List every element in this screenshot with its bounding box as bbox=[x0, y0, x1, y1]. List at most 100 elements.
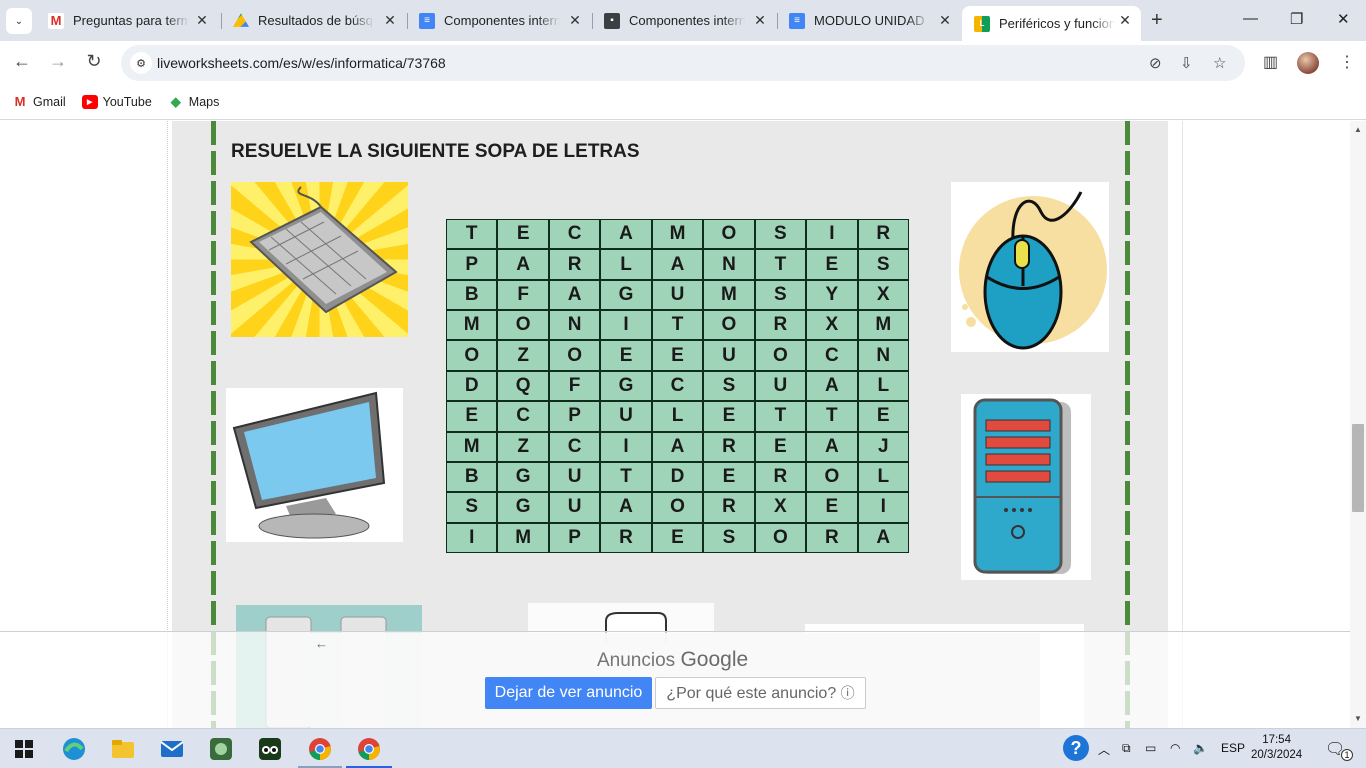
grid-cell[interactable]: S bbox=[704, 523, 754, 552]
grid-cell[interactable]: P bbox=[447, 250, 497, 279]
grid-cell[interactable]: I bbox=[601, 432, 651, 461]
tab-docs-modulo[interactable]: ≡ MODULO UNIDAD 1 ✕ bbox=[777, 6, 961, 35]
grid-cell[interactable]: S bbox=[858, 250, 908, 279]
stop-seeing-ad-button[interactable]: Dejar de ver anuncio bbox=[485, 677, 652, 709]
grid-cell[interactable]: M bbox=[704, 280, 754, 310]
wifi-icon[interactable]: ◠ bbox=[1170, 741, 1180, 755]
new-tab-button[interactable]: + bbox=[1151, 9, 1163, 32]
grid-cell[interactable]: A bbox=[807, 432, 857, 461]
bookmark-gmail[interactable]: M Gmail bbox=[12, 94, 66, 109]
grid-cell[interactable]: E bbox=[807, 493, 857, 522]
grid-cell[interactable]: G bbox=[498, 493, 548, 522]
grid-cell[interactable]: U bbox=[704, 341, 754, 370]
close-icon[interactable]: ✕ bbox=[382, 12, 398, 29]
grid-cell[interactable]: O bbox=[447, 341, 497, 370]
url-text[interactable]: liveworksheets.com/es/w/es/informatica/7… bbox=[157, 55, 446, 71]
windows-start-icon[interactable] bbox=[9, 735, 39, 763]
grid-cell[interactable]: Z bbox=[498, 341, 548, 370]
chrome-profile-icon[interactable] bbox=[354, 735, 384, 763]
grid-cell[interactable]: A bbox=[652, 250, 703, 279]
grid-cell[interactable]: R bbox=[601, 523, 651, 552]
grid-cell[interactable]: O bbox=[755, 341, 806, 370]
close-icon[interactable]: ✕ bbox=[194, 12, 210, 29]
bookmark-maps[interactable]: ◆ Maps bbox=[168, 94, 220, 109]
grid-cell[interactable]: U bbox=[652, 280, 703, 310]
edge-icon[interactable] bbox=[59, 735, 89, 763]
grid-cell[interactable]: C bbox=[498, 402, 548, 431]
close-icon[interactable]: ✕ bbox=[937, 12, 953, 29]
grid-cell[interactable]: P bbox=[549, 523, 600, 552]
tab-drive[interactable]: Resultados de búsque ✕ bbox=[221, 6, 406, 35]
grid-cell[interactable]: U bbox=[549, 462, 600, 492]
file-explorer-icon[interactable] bbox=[108, 735, 138, 763]
page-scrollbar[interactable]: ▲ ▼ bbox=[1350, 121, 1366, 728]
grid-cell[interactable]: O bbox=[704, 220, 754, 249]
grid-cell[interactable]: C bbox=[549, 220, 600, 249]
grid-cell[interactable]: O bbox=[704, 311, 754, 340]
grid-cell[interactable]: D bbox=[652, 462, 703, 492]
tab-docs[interactable]: ≡ Componentes interno ✕ bbox=[407, 6, 591, 35]
close-icon[interactable]: ✕ bbox=[1117, 12, 1133, 29]
chrome-icon[interactable] bbox=[305, 735, 335, 763]
grid-cell[interactable]: A bbox=[858, 523, 908, 552]
install-app-icon[interactable]: ⇩ bbox=[1180, 54, 1193, 72]
grid-cell[interactable]: B bbox=[447, 280, 497, 310]
grid-cell[interactable]: S bbox=[755, 220, 806, 249]
grid-cell[interactable]: T bbox=[601, 462, 651, 492]
grid-cell[interactable]: O bbox=[755, 523, 806, 552]
grid-cell[interactable]: G bbox=[498, 462, 548, 492]
tab-search-button[interactable]: ⌄ bbox=[6, 8, 32, 34]
grid-cell[interactable]: G bbox=[601, 371, 651, 401]
window-close-button[interactable]: ✕ bbox=[1337, 10, 1350, 28]
grid-cell[interactable]: X bbox=[858, 280, 908, 310]
back-arrow-icon[interactable]: ← bbox=[315, 636, 328, 651]
grid-cell[interactable]: S bbox=[447, 493, 497, 522]
grid-cell[interactable]: X bbox=[755, 493, 806, 522]
scrollbar-thumb[interactable] bbox=[1352, 424, 1364, 512]
grid-cell[interactable]: A bbox=[601, 493, 651, 522]
grid-cell[interactable]: L bbox=[858, 371, 908, 401]
grid-cell[interactable]: T bbox=[652, 311, 703, 340]
profile-avatar[interactable] bbox=[1297, 52, 1319, 74]
grid-cell[interactable]: E bbox=[755, 432, 806, 461]
grid-cell[interactable]: L bbox=[601, 250, 651, 279]
grid-cell[interactable]: J bbox=[858, 432, 908, 461]
grid-cell[interactable]: G bbox=[601, 280, 651, 310]
grid-cell[interactable]: O bbox=[807, 462, 857, 492]
grid-cell[interactable]: U bbox=[755, 371, 806, 401]
scroll-down-icon[interactable]: ▼ bbox=[1350, 714, 1366, 723]
help-icon[interactable]: ? bbox=[1063, 735, 1089, 761]
grid-cell[interactable]: T bbox=[755, 250, 806, 279]
grid-cell[interactable]: O bbox=[652, 493, 703, 522]
grid-cell[interactable]: E bbox=[652, 341, 703, 370]
grid-cell[interactable]: R bbox=[807, 523, 857, 552]
grid-cell[interactable]: L bbox=[858, 462, 908, 492]
grid-cell[interactable]: U bbox=[601, 402, 651, 431]
grid-cell[interactable]: E bbox=[858, 402, 908, 431]
grid-cell[interactable]: N bbox=[858, 341, 908, 370]
chevron-up-icon[interactable]: ︿ bbox=[1098, 741, 1110, 758]
grid-cell[interactable]: M bbox=[498, 523, 548, 552]
grid-cell[interactable]: I bbox=[858, 493, 908, 522]
grid-cell[interactable]: A bbox=[549, 280, 600, 310]
reload-icon[interactable]: ↻ bbox=[82, 51, 106, 72]
grid-cell[interactable]: N bbox=[704, 250, 754, 279]
grid-cell[interactable]: R bbox=[755, 462, 806, 492]
scroll-up-icon[interactable]: ▲ bbox=[1350, 125, 1366, 134]
close-icon[interactable]: ✕ bbox=[567, 12, 583, 29]
grid-cell[interactable]: N bbox=[549, 311, 600, 340]
grid-cell[interactable]: T bbox=[807, 402, 857, 431]
grid-cell[interactable]: R bbox=[858, 220, 908, 249]
system-clock[interactable]: 17:54 20/3/2024 bbox=[1251, 733, 1302, 763]
grid-cell[interactable]: F bbox=[498, 280, 548, 310]
grid-cell[interactable]: D bbox=[447, 371, 497, 401]
grid-cell[interactable]: L bbox=[652, 402, 703, 431]
restore-button[interactable]: ❐ bbox=[1290, 10, 1303, 28]
grid-cell[interactable]: M bbox=[652, 220, 703, 249]
bookmark-youtube[interactable]: ▶ YouTube bbox=[81, 94, 152, 109]
grid-cell[interactable]: A bbox=[807, 371, 857, 401]
mail-icon[interactable] bbox=[157, 735, 187, 763]
back-arrow-icon[interactable]: ← bbox=[10, 51, 34, 72]
grid-cell[interactable]: Y bbox=[807, 280, 857, 310]
grid-cell[interactable]: I bbox=[601, 311, 651, 340]
